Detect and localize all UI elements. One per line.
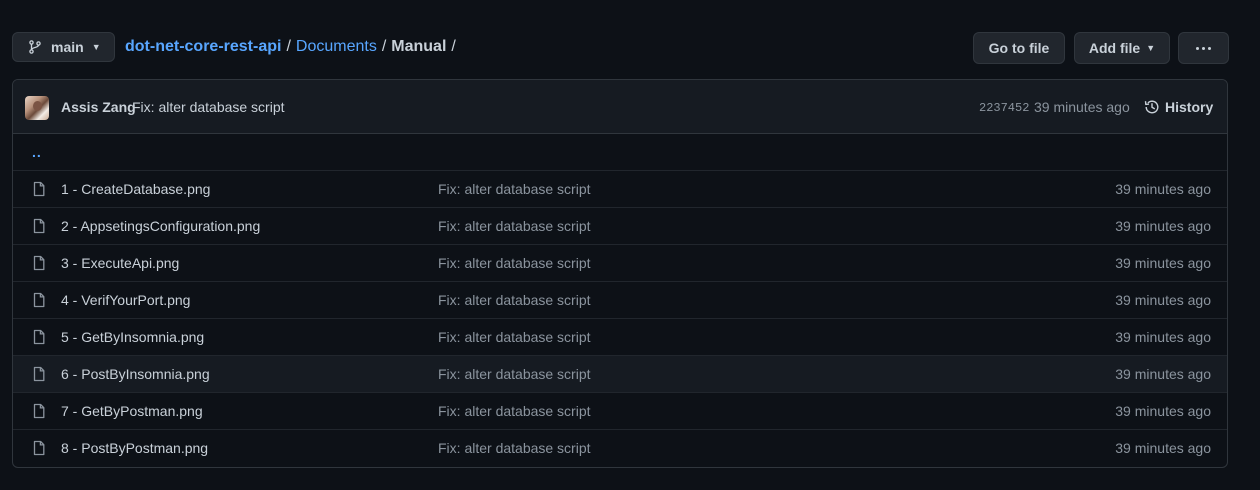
file-list: Assis Zang Fix: alter database script 22…	[12, 79, 1228, 468]
branch-selector-button[interactable]: main ▼	[12, 32, 115, 62]
file-commit-time: 39 minutes ago	[1115, 292, 1211, 308]
commit-message-link[interactable]: Fix: alter database script	[132, 99, 285, 115]
file-commit-time: 39 minutes ago	[1115, 366, 1211, 382]
file-commit-time: 39 minutes ago	[1115, 329, 1211, 345]
file-name-link[interactable]: 5 - GetByInsomnia.png	[61, 329, 204, 345]
file-row[interactable]: 5 - GetByInsomnia.png Fix: alter database…	[13, 319, 1227, 356]
kebab-horizontal-icon	[1196, 46, 1211, 50]
file-name-link[interactable]: 7 - GetByPostman.png	[61, 403, 203, 419]
file-row[interactable]: 6 - PostByInsomnia.png Fix: alter databas…	[13, 356, 1227, 393]
file-icon	[31, 403, 47, 419]
file-commit-message-link[interactable]: Fix: alter database script	[438, 440, 591, 456]
file-commit-message-link[interactable]: Fix: alter database script	[438, 329, 591, 345]
repo-toolbar: main ▼ dot-net-core-rest-api / Documents…	[12, 32, 1229, 64]
breadcrumb-repo-link[interactable]: dot-net-core-rest-api	[125, 38, 281, 56]
file-commit-time: 39 minutes ago	[1115, 181, 1211, 197]
file-name-link[interactable]: 4 - VerifYourPort.png	[61, 292, 190, 308]
file-name-link[interactable]: 8 - PostByPostman.png	[61, 440, 208, 456]
file-commit-time: 39 minutes ago	[1115, 218, 1211, 234]
file-icon	[31, 218, 47, 234]
breadcrumb-separator: /	[381, 38, 387, 55]
more-options-button[interactable]	[1178, 32, 1229, 64]
file-row[interactable]: 4 - VerifYourPort.png Fix: alter database…	[13, 282, 1227, 319]
file-row[interactable]: 8 - PostByPostman.png Fix: alter database…	[13, 430, 1227, 467]
commit-sha-link[interactable]: 2237452	[979, 101, 1029, 115]
add-file-button[interactable]: Add file ▼	[1074, 32, 1170, 64]
file-icon	[31, 366, 47, 382]
file-icon	[31, 255, 47, 271]
file-icon	[31, 181, 47, 197]
history-icon	[1144, 100, 1159, 114]
parent-directory-row: ..	[13, 134, 1227, 171]
add-file-label: Add file	[1088, 40, 1141, 56]
go-to-file-label: Go to file	[988, 40, 1050, 56]
file-icon	[31, 329, 47, 345]
avatar[interactable]	[25, 96, 49, 120]
file-commit-message-link[interactable]: Fix: alter database script	[438, 403, 591, 419]
file-icon	[31, 440, 47, 456]
history-label: History	[1165, 99, 1214, 115]
file-commit-message-link[interactable]: Fix: alter database script	[438, 218, 591, 234]
file-name-link[interactable]: 6 - PostByInsomnia.png	[61, 366, 210, 382]
breadcrumb: dot-net-core-rest-api / Documents / Manu…	[125, 38, 461, 56]
file-commit-message-link[interactable]: Fix: alter database script	[438, 255, 591, 271]
chevron-down-icon: ▼	[91, 42, 101, 52]
file-commit-message-link[interactable]: Fix: alter database script	[438, 181, 591, 197]
history-link[interactable]: History	[1144, 99, 1213, 115]
file-name-link[interactable]: 2 - AppsetingsConfiguration.png	[61, 218, 260, 234]
file-row[interactable]: 3 - ExecuteApi.png Fix: alter database sc…	[13, 245, 1227, 282]
file-row[interactable]: 1 - CreateDatabase.png Fix: alter databas…	[13, 171, 1227, 208]
file-name-link[interactable]: 3 - ExecuteApi.png	[61, 255, 179, 271]
file-name-link[interactable]: 1 - CreateDatabase.png	[61, 181, 210, 197]
file-commit-message-link[interactable]: Fix: alter database script	[438, 366, 591, 382]
file-commit-time: 39 minutes ago	[1115, 403, 1211, 419]
go-to-file-button[interactable]: Go to file	[973, 32, 1065, 64]
branch-name: main	[51, 39, 84, 55]
breadcrumb-separator: /	[286, 38, 291, 55]
file-row[interactable]: 7 - GetByPostman.png Fix: alter database …	[13, 393, 1227, 430]
git-branch-icon	[29, 40, 41, 54]
file-row[interactable]: 2 - AppsetingsConfiguration.png Fix: alte…	[13, 208, 1227, 245]
file-commit-time: 39 minutes ago	[1115, 255, 1211, 271]
latest-commit-bar: Assis Zang Fix: alter database script 22…	[13, 80, 1227, 134]
parent-directory-link[interactable]: ..	[32, 144, 42, 160]
breadcrumb-current-folder: Manual	[391, 38, 447, 55]
breadcrumb-separator: /	[451, 38, 456, 55]
chevron-down-icon: ▼	[1146, 43, 1156, 53]
breadcrumb-folder-link[interactable]: Documents	[296, 38, 377, 56]
file-commit-time: 39 minutes ago	[1115, 440, 1211, 456]
file-icon	[31, 292, 47, 308]
commit-time: 39 minutes ago	[1034, 99, 1130, 115]
commit-author-link[interactable]: Assis Zang	[61, 99, 136, 115]
file-commit-message-link[interactable]: Fix: alter database script	[438, 292, 591, 308]
